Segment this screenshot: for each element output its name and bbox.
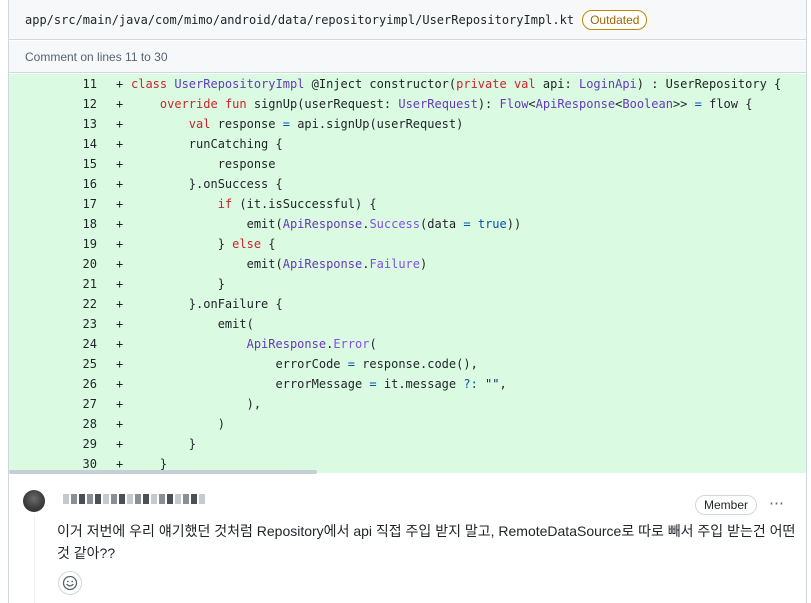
added-marker: +	[116, 117, 124, 131]
line-number[interactable]: 19	[57, 234, 97, 254]
line-number[interactable]: 12	[57, 94, 97, 114]
member-badge: Member	[695, 495, 758, 515]
author-name-redacted[interactable]	[63, 492, 205, 506]
line-code: class UserRepositoryImpl @Inject constru…	[131, 77, 782, 91]
diff-line[interactable]: 22 + }.onFailure {	[9, 294, 806, 314]
diff-line[interactable]: 27 + ),	[9, 394, 806, 414]
diff-line[interactable]: 16 + }.onSuccess {	[9, 174, 806, 194]
line-number[interactable]: 22	[57, 294, 97, 314]
line-number[interactable]: 18	[57, 214, 97, 234]
line-code: emit(ApiResponse.Failure)	[131, 257, 428, 271]
diff-line[interactable]: 13 + val response = api.signUp(userReques…	[9, 114, 806, 134]
line-number[interactable]: 20	[57, 254, 97, 274]
comment-line-range-label: Comment on lines 11 to 30	[25, 49, 168, 64]
line-number[interactable]: 14	[57, 134, 97, 154]
added-marker: +	[116, 417, 124, 431]
diff-line[interactable]: 23 + emit(	[9, 314, 806, 334]
line-code: override fun signUp(userRequest: UserReq…	[159, 97, 753, 111]
added-marker: +	[116, 77, 124, 91]
line-number[interactable]: 15	[57, 154, 97, 174]
line-code: }.onFailure {	[131, 297, 283, 311]
line-number[interactable]: 21	[57, 274, 97, 294]
line-code: if (it.isSuccessful) {	[217, 197, 377, 211]
line-code: ApiResponse.Error(	[246, 337, 377, 351]
added-marker: +	[116, 257, 124, 271]
diff-line[interactable]: 11 + class UserRepositoryImpl @Inject cons…	[9, 74, 806, 94]
smiley-icon	[62, 575, 78, 591]
added-marker: +	[116, 237, 124, 251]
line-number[interactable]: 16	[57, 174, 97, 194]
line-number[interactable]: 11	[57, 74, 97, 94]
line-number[interactable]: 24	[57, 334, 97, 354]
line-code: emit(	[131, 317, 254, 331]
added-marker: +	[116, 277, 124, 291]
diff-line[interactable]: 25 + errorCode = response.code(),	[9, 354, 806, 374]
line-code: }	[131, 437, 197, 451]
comment: Member ⋯ 이거 저번에 우리 얘기했던 것처럼 Repository에서…	[9, 474, 806, 603]
diff-line[interactable]: 18 + emit(ApiResponse.Success(data = true…	[9, 214, 806, 234]
added-marker: +	[116, 337, 124, 351]
line-number[interactable]: 25	[57, 354, 97, 374]
line-code: } else {	[131, 237, 276, 251]
line-code: runCatching {	[131, 137, 283, 151]
line-code: val response = api.signUp(userRequest)	[188, 117, 464, 131]
added-marker: +	[116, 217, 124, 231]
line-number[interactable]: 26	[57, 374, 97, 394]
diff-line[interactable]: 26 + errorMessage = it.message ?: "",	[9, 374, 806, 394]
diff-line[interactable]: 28 + )	[9, 414, 806, 434]
file-header: app/src/main/java/com/mimo/android/data/…	[9, 0, 806, 40]
added-marker: +	[116, 377, 124, 391]
avatar[interactable]	[23, 490, 45, 512]
added-marker: +	[116, 297, 124, 311]
line-code: errorCode = response.code(),	[131, 357, 478, 371]
line-code: }.onSuccess {	[131, 177, 283, 191]
comment-body: 이거 저번에 우리 얘기했던 것처럼 Repository에서 api 직접 주…	[57, 523, 796, 561]
added-marker: +	[116, 437, 124, 451]
line-number[interactable]: 23	[57, 314, 97, 334]
line-code: emit(ApiResponse.Success(data = true))	[131, 217, 522, 231]
added-marker: +	[116, 357, 124, 371]
comment-line-range: Comment on lines 11 to 30	[9, 41, 806, 73]
diff-line[interactable]: 14 + runCatching {	[9, 134, 806, 154]
line-code: )	[131, 417, 225, 431]
added-marker: +	[116, 177, 124, 191]
line-code: errorMessage = it.message ?: "",	[131, 377, 507, 391]
line-number[interactable]: 13	[57, 114, 97, 134]
added-marker: +	[116, 397, 124, 411]
diff-line[interactable]: 15 + response	[9, 154, 806, 174]
line-code: response	[131, 157, 276, 171]
line-number[interactable]: 17	[57, 194, 97, 214]
added-marker: +	[116, 317, 124, 331]
diff-line[interactable]: 19 + } else {	[9, 234, 806, 254]
diff-line[interactable]: 21 + }	[9, 274, 806, 294]
diff-line[interactable]: 24 + ApiResponse.Error(	[9, 334, 806, 354]
add-reaction-button[interactable]	[58, 571, 82, 595]
added-marker: +	[116, 157, 124, 171]
line-code: ),	[131, 397, 262, 411]
added-marker: +	[116, 197, 124, 211]
diff-line[interactable]: 29 + }	[9, 434, 806, 454]
file-path-link[interactable]: app/src/main/java/com/mimo/android/data/…	[25, 13, 574, 27]
added-marker: +	[116, 137, 124, 151]
more-options-icon[interactable]: ⋯	[769, 494, 785, 512]
diff-line[interactable]: 17 + if (it.isSuccessful) {	[9, 194, 806, 214]
diff-line[interactable]: 12 + override fun signUp(userRequest: Use…	[9, 94, 806, 114]
review-comment-thread: app/src/main/java/com/mimo/android/data/…	[8, 0, 807, 603]
diff-code-block: 11 + class UserRepositoryImpl @Inject cons…	[9, 74, 806, 473]
line-number[interactable]: 27	[57, 394, 97, 414]
diff-line[interactable]: 20 + emit(ApiResponse.Failure)	[9, 254, 806, 274]
line-number[interactable]: 28	[57, 414, 97, 434]
line-number[interactable]: 29	[57, 434, 97, 454]
line-code: }	[131, 277, 225, 291]
thread-line	[34, 514, 35, 603]
outdated-badge: Outdated	[582, 9, 648, 30]
added-marker: +	[116, 97, 124, 111]
